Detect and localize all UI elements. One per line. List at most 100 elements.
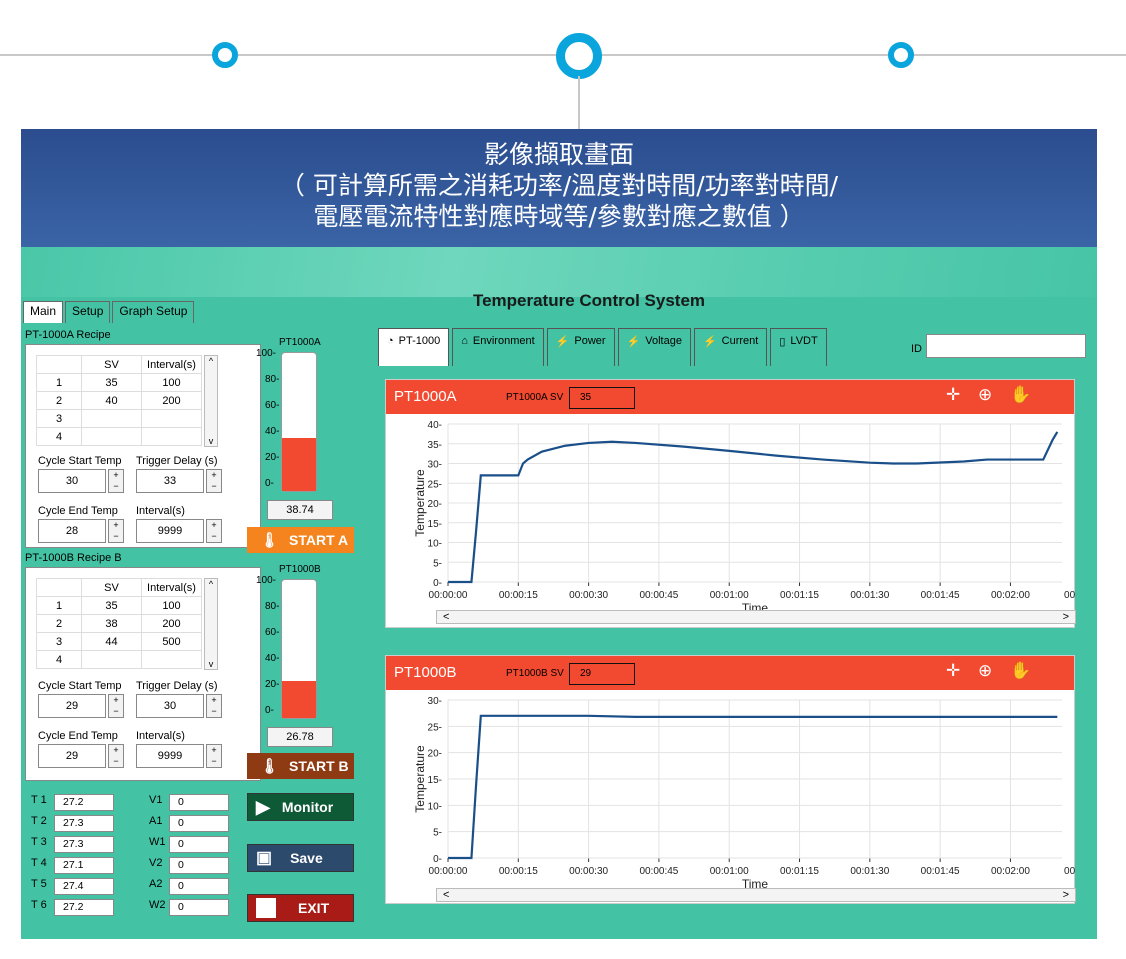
- exit-button[interactable]: EXIT: [247, 894, 354, 922]
- interval-cell[interactable]: 500: [141, 632, 202, 651]
- recipe-a-scrollbar[interactable]: ^ v: [204, 355, 218, 447]
- cycle-start-input[interactable]: 29: [38, 694, 106, 718]
- chevron-right-icon[interactable]: >: [1063, 611, 1069, 623]
- cycle-end-input[interactable]: 29: [38, 744, 106, 768]
- chevron-up-icon[interactable]: ^: [205, 579, 217, 589]
- table-row[interactable]: 3 44 500: [36, 632, 202, 651]
- save-button[interactable]: ▣ Save: [247, 844, 354, 872]
- interval-cell[interactable]: 200: [141, 391, 202, 410]
- sv-cell[interactable]: 40: [81, 391, 142, 410]
- start-a-button[interactable]: 🌡 START A: [247, 527, 354, 553]
- sv-cell[interactable]: [81, 409, 142, 428]
- power-label: V2: [149, 857, 163, 869]
- sv-cell[interactable]: [81, 650, 142, 669]
- y-tick-label: 5-: [433, 558, 442, 569]
- table-row[interactable]: 3: [36, 409, 202, 428]
- y-tick-label: 30-: [428, 696, 442, 707]
- trigger-delay-stepper[interactable]: + −: [206, 694, 222, 718]
- monitor-button[interactable]: ▶ Monitor: [247, 793, 354, 821]
- chevron-up-icon[interactable]: ^: [205, 356, 217, 366]
- cycle-end-input[interactable]: 28: [38, 519, 106, 543]
- gauge-tick-label: 40-: [265, 653, 280, 664]
- start-b-label: START B: [289, 758, 349, 774]
- col-header: [36, 578, 82, 597]
- zoom-icon[interactable]: ⊕: [978, 385, 992, 405]
- interval-stepper[interactable]: + −: [206, 744, 222, 768]
- interval-input[interactable]: 9999: [136, 519, 204, 543]
- tab-environment[interactable]: ⌂ Environment: [452, 328, 544, 366]
- tab-pt1000[interactable]: ◔ PT-1000: [378, 328, 450, 366]
- table-row[interactable]: 4: [36, 650, 202, 669]
- table-row[interactable]: 1 35 100: [36, 373, 202, 392]
- crosshair-icon[interactable]: ✛: [946, 385, 960, 405]
- lightning-icon: ⚡: [555, 336, 570, 348]
- recipe-b-table[interactable]: SV Interval(s) 1 35 100 2 38 200 3 44 500 4: [36, 578, 202, 669]
- timeline-dot-active[interactable]: [556, 33, 602, 79]
- zoom-icon[interactable]: ⊕: [978, 661, 992, 681]
- interval-cell[interactable]: [141, 650, 202, 669]
- chart-a-scrollbar[interactable]: < >: [436, 610, 1076, 624]
- chart-a-plot[interactable]: 00:00:00 00:00:15 00:00:30 00:00:45 00:01:00…: [386, 414, 1076, 628]
- tab-voltage[interactable]: ⚡ Voltage: [617, 328, 691, 366]
- trigger-delay-input[interactable]: 33: [136, 469, 204, 493]
- y-tick-label: 15-: [428, 519, 442, 530]
- chevron-left-icon[interactable]: <: [443, 611, 449, 623]
- cycle-start-input[interactable]: 30: [38, 469, 106, 493]
- chart-b-plot[interactable]: 00:00:00 00:00:15 00:00:30 00:00:45 00:01:00…: [386, 690, 1076, 904]
- chevron-down-icon[interactable]: v: [205, 436, 217, 446]
- chevron-left-icon[interactable]: <: [443, 889, 449, 901]
- chart-b-scrollbar[interactable]: < >: [436, 888, 1076, 902]
- id-input[interactable]: [926, 334, 1086, 358]
- chart-b-sv-value[interactable]: 29: [569, 663, 635, 685]
- gauge-a-value: 38.74: [267, 500, 333, 520]
- caption-line-2: （ 可計算所需之消耗功率/溫度對時間/功率對時間/: [279, 171, 839, 200]
- chevron-down-icon[interactable]: v: [205, 659, 217, 669]
- interval-stepper[interactable]: + −: [206, 519, 222, 543]
- sv-cell[interactable]: 35: [81, 373, 142, 392]
- crosshair-icon[interactable]: ✛: [946, 661, 960, 681]
- cycle-end-stepper[interactable]: + −: [108, 744, 124, 768]
- timeline-dot[interactable]: [212, 42, 238, 68]
- tab-main[interactable]: Main: [23, 301, 64, 323]
- sensor-tabs: ◔ PT-1000 ⌂ Environment ⚡ Power ⚡ Voltage ⚡ C…: [378, 328, 830, 366]
- interval-cell[interactable]: 100: [141, 373, 202, 392]
- interval-cell[interactable]: [141, 409, 202, 428]
- start-b-button[interactable]: 🌡 START B: [247, 753, 354, 779]
- sv-cell[interactable]: 35: [81, 596, 142, 615]
- pan-hand-icon[interactable]: ✋: [1010, 385, 1031, 405]
- interval-cell[interactable]: 100: [141, 596, 202, 615]
- sv-cell[interactable]: 44: [81, 632, 142, 651]
- temp-value: 27.3: [54, 836, 114, 853]
- tab-power[interactable]: ⚡ Power: [546, 328, 615, 366]
- trigger-delay-stepper[interactable]: + −: [206, 469, 222, 493]
- lightning-icon: ⚡: [626, 336, 641, 348]
- table-row[interactable]: 2 40 200: [36, 391, 202, 410]
- cycle-end-stepper[interactable]: + −: [108, 519, 124, 543]
- tab-label: Power: [574, 335, 606, 347]
- cycle-start-stepper[interactable]: + −: [108, 469, 124, 493]
- interval-cell[interactable]: [141, 427, 202, 446]
- chart-a-sv-value[interactable]: 35: [569, 387, 635, 409]
- cycle-start-stepper[interactable]: + −: [108, 694, 124, 718]
- table-row[interactable]: 4: [36, 427, 202, 446]
- sv-cell[interactable]: 38: [81, 614, 142, 633]
- chart-a-sv-label: PT1000A SV: [506, 392, 564, 403]
- interval-input[interactable]: 9999: [136, 744, 204, 768]
- power-value: 0: [169, 836, 229, 853]
- tab-setup[interactable]: Setup: [65, 301, 111, 323]
- recipe-a-table[interactable]: SV Interval(s) 1 35 100 2 40 200 3 4: [36, 355, 202, 446]
- timeline-dot[interactable]: [888, 42, 914, 68]
- table-row[interactable]: 2 38 200: [36, 614, 202, 633]
- chevron-right-icon[interactable]: >: [1063, 889, 1069, 901]
- pan-hand-icon[interactable]: ✋: [1010, 661, 1031, 681]
- chart-b-sv-label: PT1000B SV: [506, 668, 564, 679]
- trigger-delay-input[interactable]: 30: [136, 694, 204, 718]
- temp-value: 27.4: [54, 878, 114, 895]
- tab-lvdt[interactable]: ▯ LVDT: [770, 328, 827, 366]
- tab-current[interactable]: ⚡ Current: [693, 328, 768, 366]
- table-row[interactable]: 1 35 100: [36, 596, 202, 615]
- tab-graph-setup[interactable]: Graph Setup: [112, 301, 195, 323]
- recipe-b-scrollbar[interactable]: ^ v: [204, 578, 218, 670]
- interval-cell[interactable]: 200: [141, 614, 202, 633]
- sv-cell[interactable]: [81, 427, 142, 446]
